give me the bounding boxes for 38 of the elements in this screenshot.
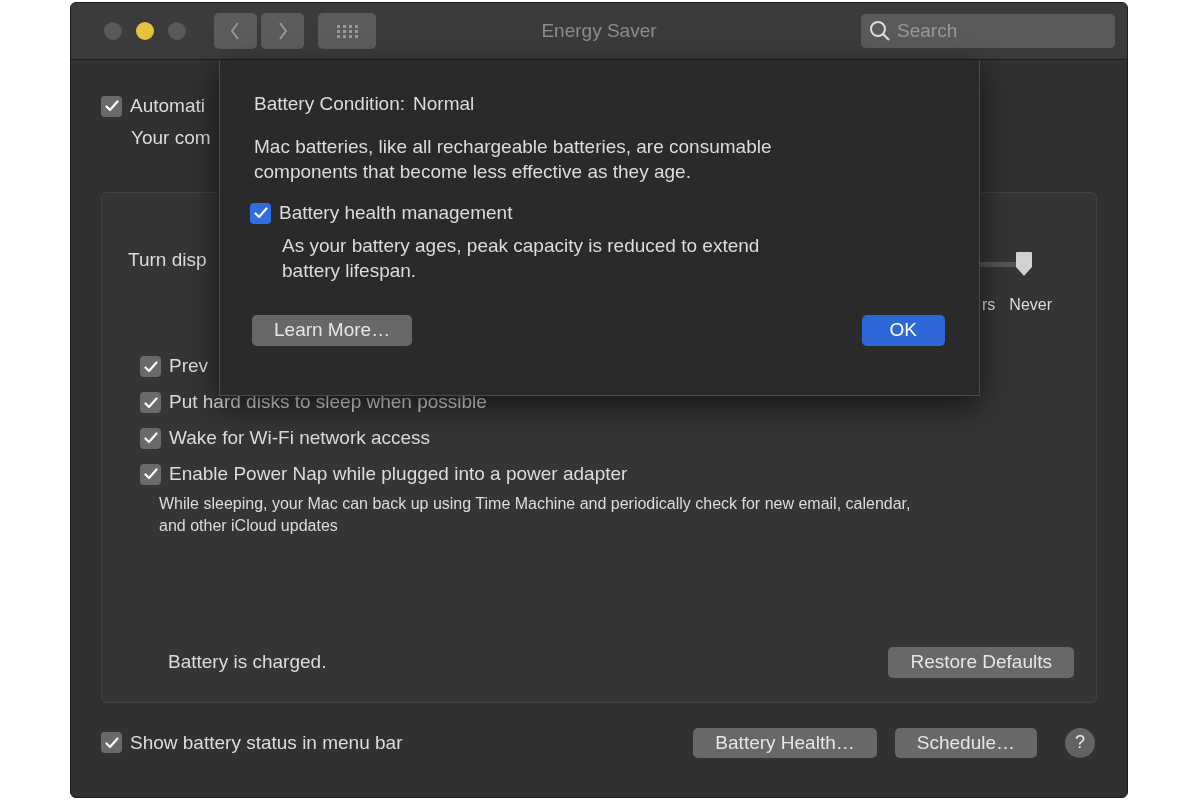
checkbox-label: Automati [130, 95, 205, 118]
search-field[interactable]: Search [861, 14, 1115, 48]
setting-label: Turn disp [128, 248, 207, 272]
restore-defaults-button[interactable]: Restore Defaults [888, 646, 1074, 678]
grid-icon [336, 24, 358, 38]
checkbox[interactable] [140, 463, 161, 485]
note-text: Your com [131, 126, 211, 150]
condition-label: Battery Condition: [254, 93, 406, 116]
checkbox[interactable] [140, 356, 161, 378]
ok-button[interactable]: OK [861, 314, 945, 346]
checkbox-label: Battery health management [279, 201, 513, 225]
option-note: As your battery ages, peak capacity is reduced to extend battery lifespan. [282, 233, 761, 283]
checkbox[interactable] [101, 95, 122, 117]
slider-thumb[interactable] [1015, 250, 1033, 277]
condition-value: Normal [413, 93, 475, 116]
grid-button[interactable] [318, 13, 376, 49]
window-title: Energy Saver [541, 19, 657, 41]
checkbox-label: Put hard disks to sleep when possible [169, 391, 487, 414]
learn-more-button[interactable]: Learn More… [252, 314, 413, 346]
checkbox[interactable] [250, 202, 271, 224]
option-note: While sleeping, your Mac can back up using Time Machine and periodically check for new email, calendar, and other iCloud updates [159, 493, 912, 536]
chevron-right-icon [278, 22, 287, 40]
tick-label: Never [1009, 294, 1052, 315]
checkbox-label: Prev [169, 355, 209, 379]
status-text: Battery is charged. [168, 650, 327, 674]
dialog-button[interactable]: Schedule… [894, 727, 1037, 759]
chevron-left-icon [231, 22, 240, 40]
description-text: Mac batteries, like all rechargeable batteries, are consumable components that become less effective as they age. [254, 134, 773, 184]
checkbox[interactable] [140, 392, 161, 414]
checkbox-label: Wake for Wi-Fi network access [169, 427, 431, 450]
checkbox-label: Show battery status in menu bar [130, 731, 403, 755]
dialog-button[interactable]: Battery Health… [693, 727, 877, 759]
tick-label: rs [982, 294, 996, 315]
checkbox-label: Enable Power Nap while plugged into a power adapter [169, 462, 628, 486]
window-control-button[interactable] [136, 22, 154, 40]
help-button[interactable]: ? [1065, 727, 1095, 758]
checkbox[interactable] [140, 427, 161, 449]
checkbox[interactable] [101, 732, 122, 754]
